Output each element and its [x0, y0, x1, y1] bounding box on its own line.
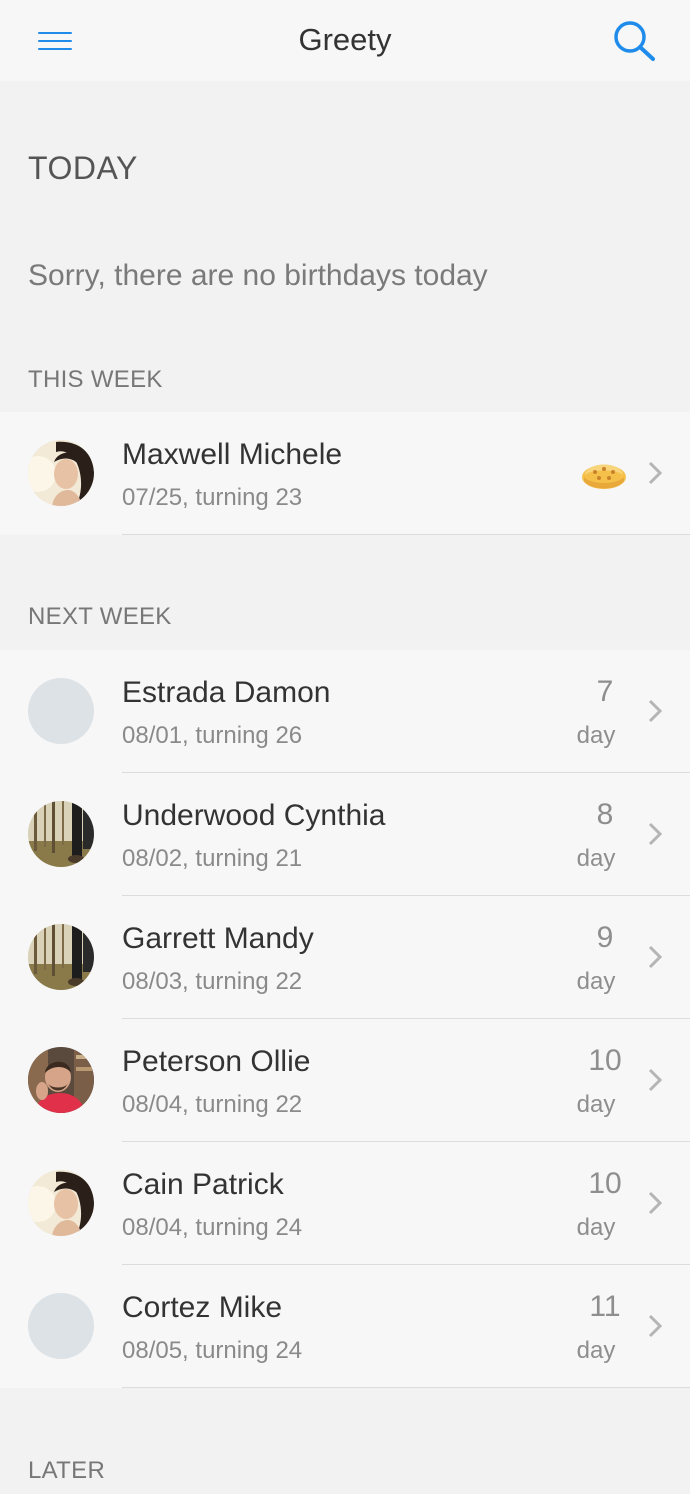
person-name: Garrett Mandy	[122, 922, 314, 955]
search-icon[interactable]	[609, 18, 659, 64]
chevron-right-icon	[646, 1067, 664, 1093]
chevron-right-icon	[646, 1313, 664, 1339]
days-until-unit: day	[576, 1337, 616, 1364]
person-name: Cain Patrick	[122, 1168, 284, 1201]
days-until-count: 7	[596, 675, 614, 708]
days-until-count: 11	[589, 1290, 621, 1323]
list-item[interactable]: Underwood Cynthia 08/02, turning 21 8 da…	[0, 773, 690, 896]
next-week-list: Estrada Damon 08/01, turning 26 7 day Un…	[0, 650, 690, 1388]
birthday-info: 08/02, turning 21	[122, 845, 303, 872]
person-name: Estrada Damon	[122, 676, 331, 709]
app-title: Greety	[298, 22, 392, 57]
chevron-right-icon	[646, 944, 664, 970]
chevron-right-icon	[646, 460, 664, 486]
chevron-right-icon	[646, 1190, 664, 1216]
chevron-right-icon	[646, 821, 664, 847]
birthday-info: 08/03, turning 22	[122, 968, 303, 995]
divider	[122, 1387, 690, 1388]
birthday-info: 08/01, turning 26	[122, 722, 303, 749]
birthday-info: 08/04, turning 24	[122, 1214, 303, 1241]
no-birthdays-message: Sorry, there are no birthdays today	[28, 259, 488, 292]
person-name: Peterson Ollie	[122, 1045, 311, 1078]
days-until-unit: day	[576, 845, 616, 872]
days-until-unit: day	[576, 1214, 616, 1241]
avatar	[28, 440, 94, 506]
chevron-right-icon	[646, 698, 664, 724]
cake-icon	[581, 455, 627, 498]
avatar	[28, 1047, 94, 1113]
person-name: Cortez Mike	[122, 1291, 283, 1324]
divider	[122, 534, 690, 535]
days-until-unit: day	[576, 968, 616, 995]
avatar	[28, 1170, 94, 1236]
days-until-count: 10	[588, 1044, 622, 1077]
days-until-count: 9	[596, 921, 614, 954]
later-section-label: LATER	[28, 1457, 106, 1484]
list-item[interactable]: Cain Patrick 08/04, turning 24 10 day	[0, 1142, 690, 1265]
avatar	[28, 1293, 94, 1359]
birthday-info: 07/25, turning 23	[122, 484, 303, 511]
avatar	[28, 924, 94, 990]
birthday-info: 08/04, turning 22	[122, 1091, 303, 1118]
today-section-title: TODAY	[28, 150, 138, 186]
birthday-info: 08/05, turning 24	[122, 1337, 303, 1364]
days-until-count: 8	[596, 798, 614, 831]
list-item[interactable]: Garrett Mandy 08/03, turning 22 9 day	[0, 896, 690, 1019]
avatar	[28, 801, 94, 867]
list-item[interactable]: Peterson Ollie 08/04, turning 22 10 day	[0, 1019, 690, 1142]
days-until-count: 10	[588, 1167, 622, 1200]
this-week-section-label: THIS WEEK	[28, 366, 163, 393]
list-item[interactable]: Estrada Damon 08/01, turning 26 7 day	[0, 650, 690, 773]
next-week-section-label: NEXT WEEK	[28, 603, 172, 630]
person-name: Maxwell Michele	[122, 438, 343, 471]
days-until-unit: day	[576, 1091, 616, 1118]
avatar	[28, 678, 94, 744]
days-until-unit: day	[576, 722, 616, 749]
person-name: Underwood Cynthia	[122, 799, 386, 832]
top-app-bar: Greety	[0, 0, 690, 81]
list-item[interactable]: Cortez Mike 08/05, turning 24 11 day	[0, 1265, 690, 1388]
